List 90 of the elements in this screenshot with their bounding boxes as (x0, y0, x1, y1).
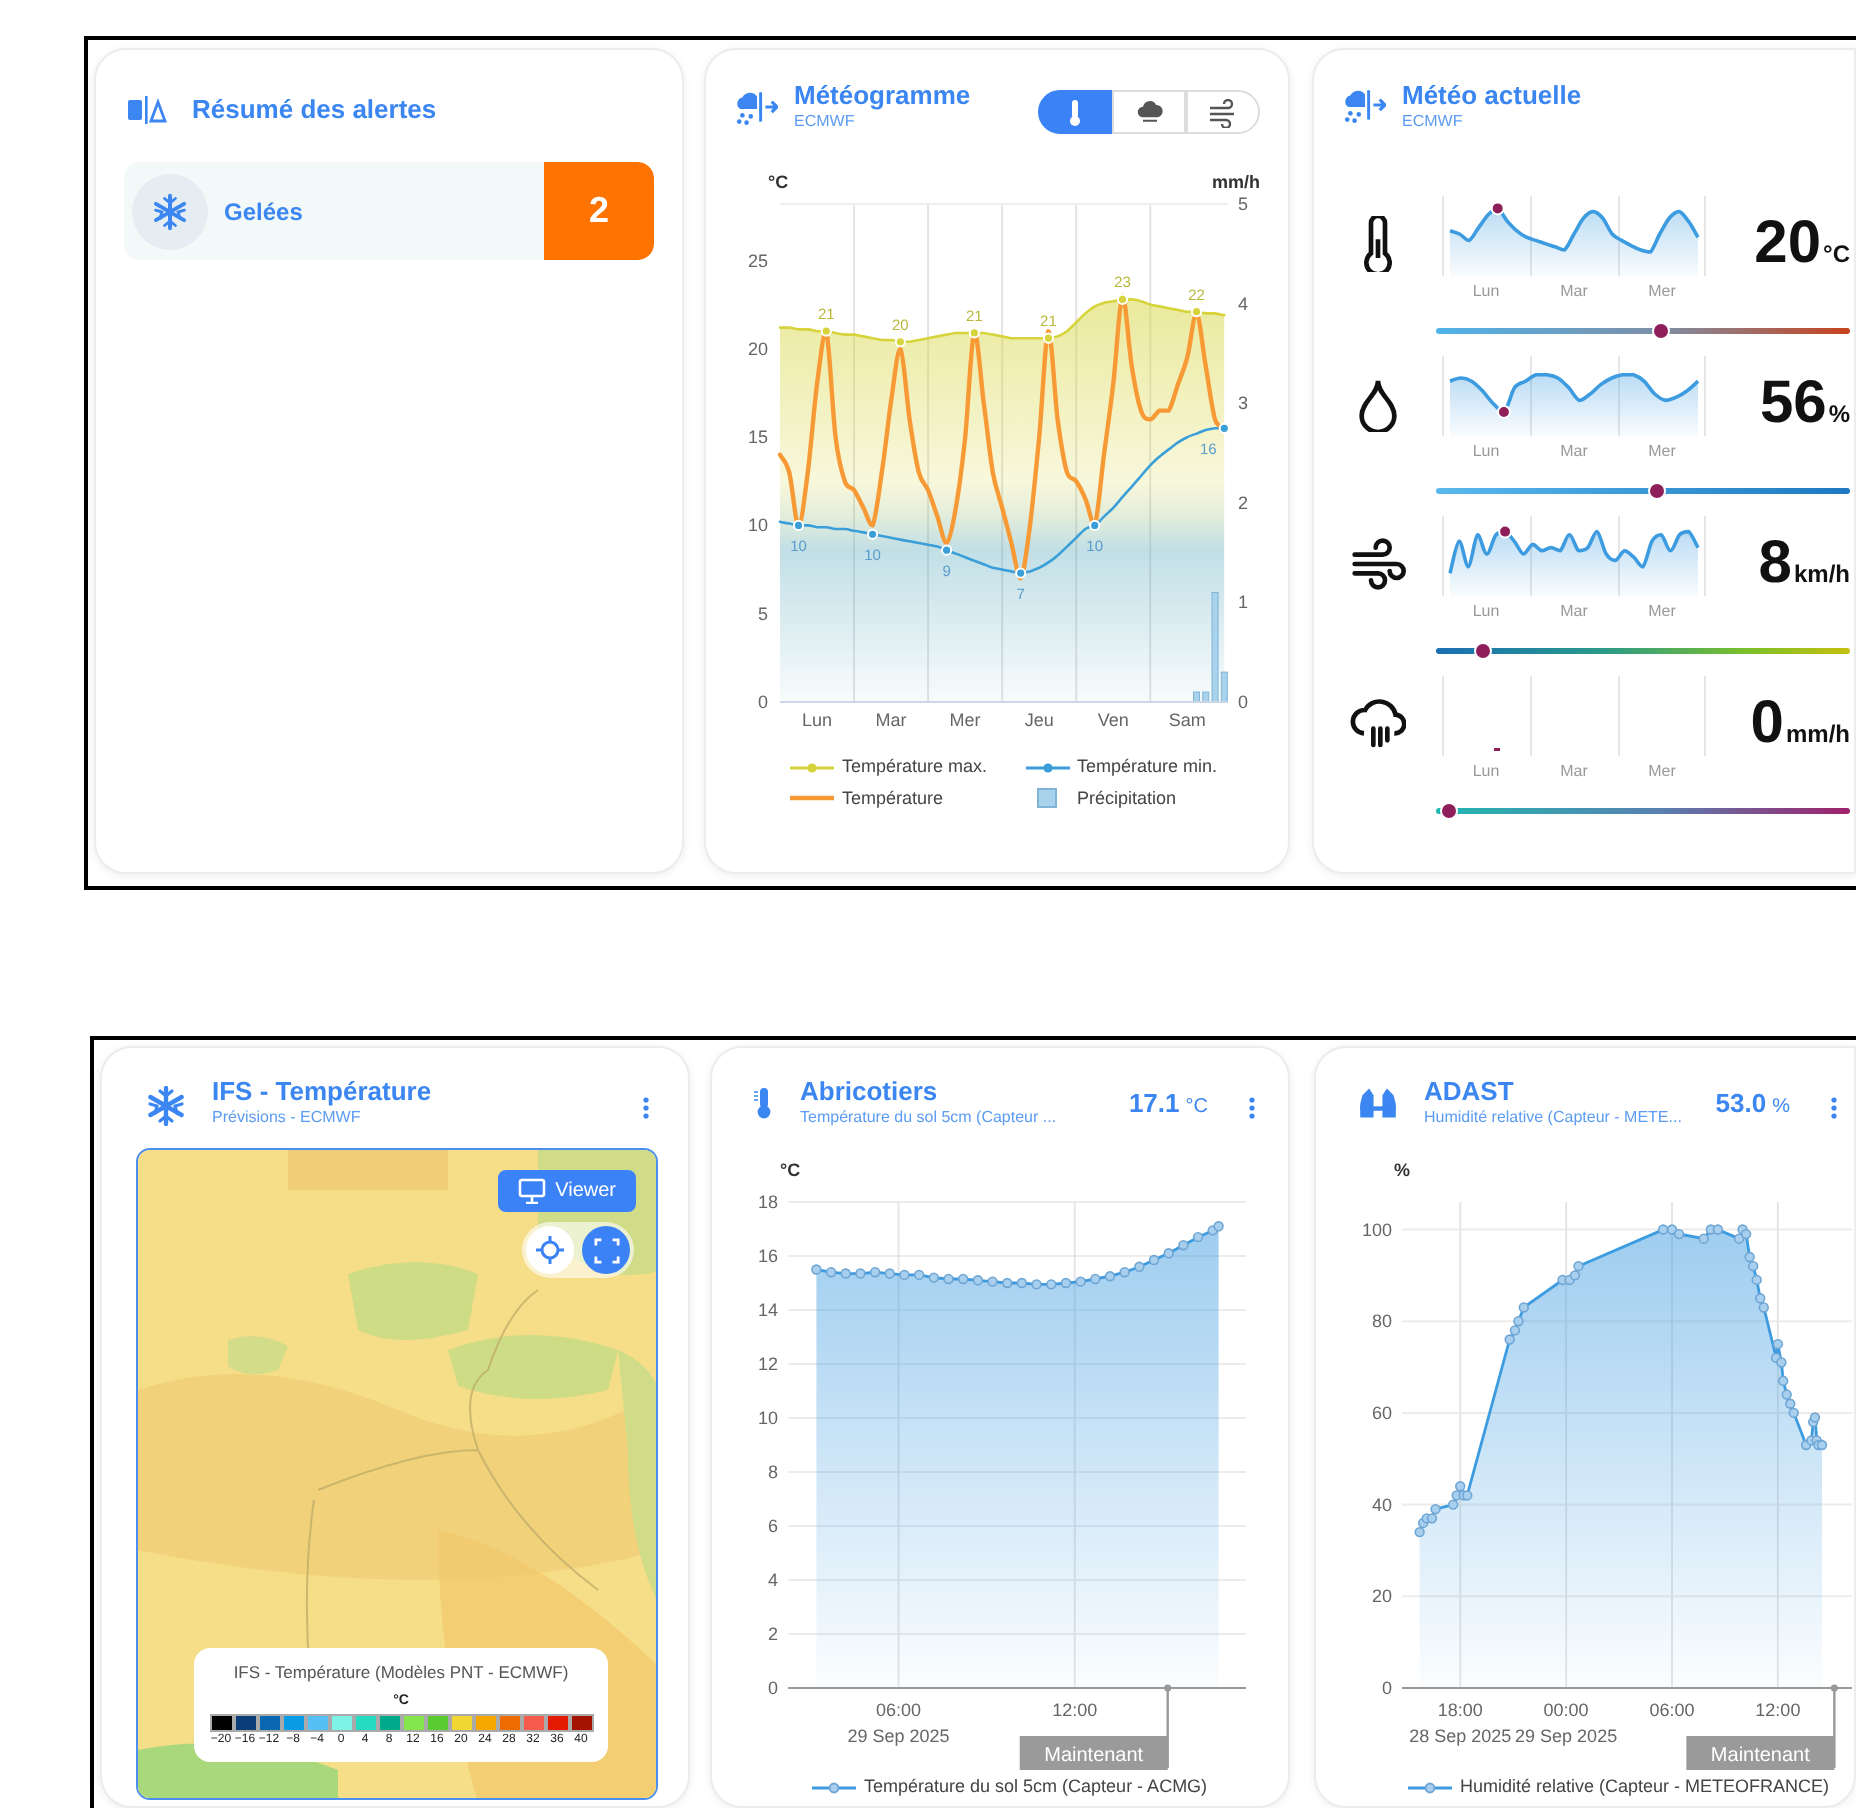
tick-label: 4 (1238, 293, 1249, 314)
tick-label: 2 (767, 1624, 778, 1644)
now-label-text: Maintenant (1710, 1745, 1810, 1767)
tick-label: Mar (875, 710, 907, 730)
reading-unit: °C (1823, 237, 1850, 272)
reading-value: 53.0 (1715, 1086, 1767, 1122)
card-title: Météo actuelle (1402, 82, 1582, 112)
tick-label: Mer (949, 710, 981, 730)
tick-label: 4 (767, 1570, 778, 1590)
tick-label: 12:00 (1052, 1700, 1098, 1720)
tick-label: Sam (1168, 710, 1206, 730)
tick-label: 3 (1238, 393, 1249, 414)
reading-unit: km/h (1793, 557, 1850, 592)
card-subtitle: ECMWF (794, 111, 857, 133)
legend-label: Précipitation (1077, 785, 1177, 812)
day-label: Lun (1470, 759, 1502, 784)
tick-label: 20 (747, 338, 768, 359)
tick-label: 60 (1371, 1402, 1392, 1423)
tick-label: Lun (802, 710, 833, 730)
tick-label: 0 (757, 692, 768, 712)
tick-label: 0 (767, 1678, 778, 1698)
tick-label: 5 (757, 603, 768, 624)
tick-label: 6 (767, 1516, 778, 1536)
tick-label: 10 (747, 515, 768, 536)
tick-label: 14 (757, 1300, 778, 1320)
card-title: IFS - Température (212, 1078, 434, 1108)
tick-label: 1 (1238, 592, 1249, 613)
reading-value: 8 (1758, 533, 1792, 594)
tick-label: 0 (1381, 1678, 1392, 1698)
tick-label: 16 (757, 1246, 778, 1266)
card-subtitle: ECMWF (1402, 111, 1465, 133)
axis-title: °C (768, 172, 789, 192)
card-title: ADAST (1424, 1078, 1516, 1108)
card-title: Abricotiers (800, 1078, 940, 1108)
legend-label: Température max. (842, 754, 988, 780)
tick-label: 25 (747, 250, 768, 271)
reading-unit: °C (1185, 1094, 1208, 1122)
day-label: Lun (1470, 279, 1502, 304)
axis-title: mm/h (1211, 172, 1260, 192)
axis-title: °C (780, 1160, 801, 1180)
tick-label: Jeu (1024, 710, 1054, 730)
reading-unit: % (1772, 1094, 1790, 1122)
tick-label: 18:00 28 Sep 2025 (1409, 1700, 1512, 1746)
tick-label: 15 (747, 427, 768, 448)
day-label: Mer (1646, 439, 1678, 464)
tick-label: 06:00 (1649, 1700, 1695, 1720)
reading-value: 56 (1759, 373, 1827, 434)
tick-label: 00:00 29 Sep 2025 (1515, 1700, 1618, 1746)
day-label: Mer (1646, 599, 1678, 624)
day-label: Mer (1646, 759, 1678, 784)
tick-label: 0 (1238, 692, 1249, 712)
legend-label: Humidité relative (Capteur - METEOFRANCE) (1460, 1774, 1830, 1800)
reading-unit: mm/h (1785, 717, 1850, 752)
alert-count: 2 (544, 162, 654, 260)
now-label-text: Maintenant (1044, 1745, 1144, 1767)
reading-value: 0 (1750, 693, 1784, 754)
day-label: Mar (1558, 759, 1590, 784)
alert-label: Gelées (224, 195, 305, 229)
card-title: Météogramme (794, 82, 973, 112)
day-label: Lun (1470, 599, 1502, 624)
reading-unit: % (1828, 397, 1850, 432)
legend-label: Température (842, 785, 944, 812)
tick-label: 40 (1371, 1494, 1392, 1515)
day-label: Mar (1558, 439, 1590, 464)
card-title: Résumé des alertes (192, 95, 437, 125)
day-label: Mar (1558, 279, 1590, 304)
reading-value: 17.1 (1128, 1086, 1180, 1122)
tick-label: 12 (757, 1354, 778, 1374)
tick-label: 18 (757, 1192, 778, 1212)
tick-label: Ven (1097, 710, 1129, 730)
card-subtitle: Prévisions - ECMWF (212, 1107, 363, 1129)
tick-label: 06:00 29 Sep 2025 (847, 1700, 950, 1746)
tick-label: 5 (1238, 194, 1249, 214)
card-subtitle: Humidité relative (Capteur - METE... (1424, 1107, 1684, 1129)
tick-label: 10 (757, 1408, 778, 1428)
legend-label: Température min. (1077, 754, 1218, 780)
day-label: Mar (1558, 599, 1590, 624)
tick-label: 100 (1361, 1219, 1392, 1240)
tick-label: 2 (1238, 492, 1249, 513)
axis-title: % (1394, 1160, 1411, 1180)
legend-label: Température du sol 5cm (Capteur - ACMG) (864, 1774, 1208, 1800)
reading-value: 20 (1754, 213, 1822, 274)
tick-label: 20 (1371, 1586, 1392, 1607)
day-label: Mer (1646, 279, 1678, 304)
card-subtitle: Température du sol 5cm (Capteur ... (800, 1107, 1059, 1129)
tick-label: 80 (1371, 1311, 1392, 1332)
legend-title: IFS - Température (Modèles PNT - ECMWF) (231, 1659, 571, 1685)
tick-label: 8 (767, 1462, 778, 1482)
tick-label: 12:00 (1755, 1700, 1801, 1720)
day-label: Lun (1470, 439, 1502, 464)
